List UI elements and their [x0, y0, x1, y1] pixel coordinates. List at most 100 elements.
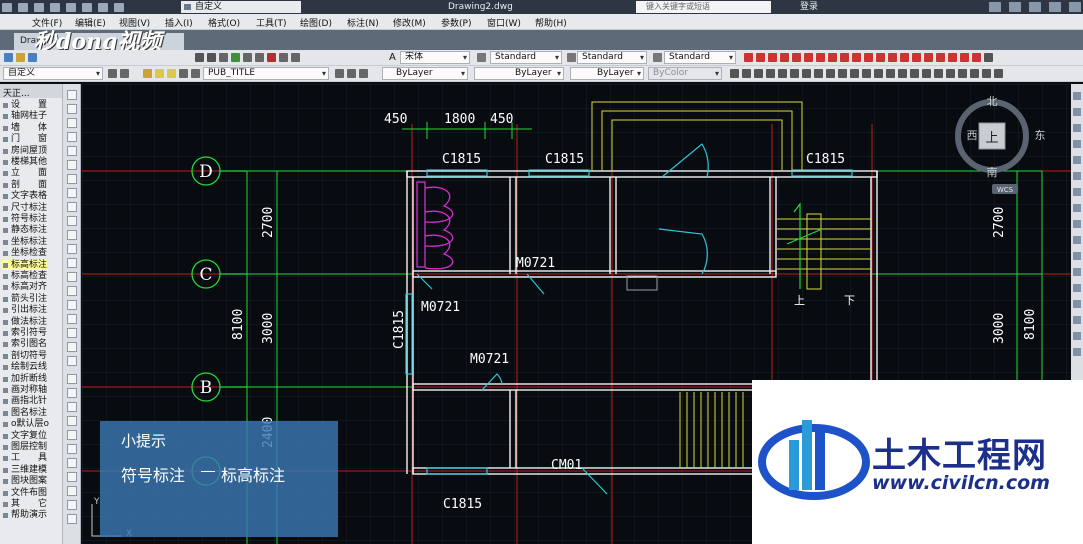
panel-menu-item[interactable]: 加折断线 [2, 374, 47, 384]
add-selected-icon[interactable] [67, 356, 77, 366]
stretch-icon[interactable] [67, 486, 77, 496]
panel-menu-item[interactable]: 箭头引注 [2, 294, 47, 304]
extend-icon[interactable] [67, 514, 77, 524]
panel-menu-item[interactable]: 其 它 [2, 499, 47, 509]
menu-view[interactable]: 视图(V) [119, 16, 150, 29]
grid-icon[interactable] [742, 69, 751, 78]
panel-menu-item[interactable]: 做法标注 [2, 317, 47, 327]
menu-tools[interactable]: 工具(T) [256, 16, 287, 29]
dim-baseline-icon[interactable] [852, 53, 861, 62]
copy-icon[interactable] [67, 388, 77, 398]
ucs-face-icon[interactable] [922, 69, 931, 78]
panel-menu-item[interactable]: 标高对齐 [2, 282, 47, 292]
login-button[interactable]: 登录 [800, 0, 818, 14]
layer-on-icon[interactable] [155, 69, 164, 78]
dim-update-icon[interactable] [972, 53, 981, 62]
am-icon[interactable] [874, 69, 883, 78]
ucs-3point-icon[interactable] [982, 69, 991, 78]
panel-menu-item[interactable]: 剖 面 [2, 180, 47, 190]
zoom-icon[interactable] [207, 53, 216, 62]
design-center-icon[interactable] [243, 53, 252, 62]
light-icon[interactable] [1073, 172, 1081, 180]
panel-menu-item[interactable]: 三维建模 [2, 465, 47, 475]
panel-menu-item[interactable]: 图层控制 [2, 442, 47, 452]
menu-file[interactable]: 文件(F) [32, 16, 62, 29]
close-icon[interactable] [1069, 2, 1081, 12]
ucs-object-icon[interactable] [934, 69, 943, 78]
panel-menu-item[interactable]: 帮助演示 [2, 510, 47, 520]
panel-menu-item[interactable]: 图名标注 [2, 408, 47, 418]
menu-insert[interactable]: 插入(I) [165, 16, 193, 29]
move-icon[interactable] [67, 444, 77, 454]
save-as-icon[interactable] [66, 2, 76, 12]
snap-icon[interactable] [730, 69, 739, 78]
jogged-linear-icon[interactable] [936, 53, 945, 62]
make-current-icon[interactable] [335, 69, 344, 78]
scale-icon[interactable] [67, 472, 77, 482]
help-search-input[interactable]: 键入关键字或短语 [636, 1, 771, 13]
layer-tool-icon[interactable] [1073, 92, 1081, 100]
open-file-icon[interactable] [34, 2, 44, 12]
pan-icon[interactable] [195, 53, 204, 62]
menu-window[interactable]: 窗口(W) [487, 16, 521, 29]
ducs-icon[interactable] [802, 69, 811, 78]
dim-text-edit-icon[interactable] [960, 53, 969, 62]
tool-palette-icon[interactable] [255, 53, 264, 62]
dim-diameter-icon[interactable] [816, 53, 825, 62]
panel-menu-item[interactable]: 房间屋顶 [2, 146, 47, 156]
lwt-icon[interactable] [826, 69, 835, 78]
panel-menu-item[interactable]: 图块图案 [2, 476, 47, 486]
dim-style-manager-icon[interactable] [984, 53, 993, 62]
panel-menu-item[interactable]: 门 窗 [2, 134, 47, 144]
dim-quick-icon[interactable] [840, 53, 849, 62]
rotate-icon[interactable] [67, 458, 77, 468]
calculator-icon[interactable] [267, 53, 276, 62]
panel-menu-item[interactable]: 索引图名 [2, 339, 47, 349]
font-dropdown[interactable]: 宋体 [400, 51, 470, 64]
area-icon[interactable] [1073, 300, 1081, 308]
panel-menu-item[interactable]: 剖切符号 [2, 351, 47, 361]
make-block-icon[interactable] [67, 258, 77, 268]
panel-menu-item[interactable]: 文字复位 [2, 431, 47, 441]
panel-menu-item[interactable]: 设 置 [2, 100, 47, 110]
dim-arc-icon[interactable] [768, 53, 777, 62]
save-icon[interactable] [28, 53, 37, 62]
render-icon[interactable] [1073, 156, 1081, 164]
viewcube-wcs[interactable]: WCS [997, 186, 1014, 194]
panel-menu-item[interactable]: 索引符号 [2, 328, 47, 338]
menu-draw[interactable]: 绘图(D) [300, 16, 332, 29]
ellipse-icon[interactable] [67, 216, 77, 226]
ortho-icon[interactable] [754, 69, 763, 78]
markup-icon[interactable] [279, 53, 288, 62]
ucs-origin-icon[interactable] [958, 69, 967, 78]
zoom-window-icon[interactable] [219, 53, 228, 62]
panel-menu-item[interactable]: 标高检查 [2, 271, 47, 281]
exchange-icon[interactable] [989, 2, 1001, 12]
layer-lock-icon[interactable] [179, 69, 188, 78]
trim-icon[interactable] [67, 500, 77, 510]
viewcube-west[interactable]: 西 [967, 129, 978, 142]
print-icon[interactable] [82, 2, 92, 12]
open-icon[interactable] [16, 53, 25, 62]
panel-menu-item[interactable]: 工 具 [2, 453, 47, 463]
viewcube-top[interactable]: 上 [985, 131, 998, 146]
dim-linear-icon[interactable] [744, 53, 753, 62]
panel-menu-item[interactable]: 尺寸标注 [2, 203, 47, 213]
panel-menu-item[interactable]: 墙 体 [2, 123, 47, 133]
rectangle-icon[interactable] [67, 146, 77, 156]
dim-style-dropdown[interactable]: Standard [577, 51, 647, 64]
insert-block-icon[interactable] [67, 244, 77, 254]
id-point-icon[interactable] [1073, 332, 1081, 340]
lineweight-dropdown[interactable]: ByLayer [570, 67, 644, 80]
hatch-icon[interactable] [67, 286, 77, 296]
panel-menu-item[interactable]: 静态标注 [2, 225, 47, 235]
walk-icon[interactable] [1073, 220, 1081, 228]
osnap-icon[interactable] [778, 69, 787, 78]
qp-icon[interactable] [850, 69, 859, 78]
inspection-icon[interactable] [924, 53, 933, 62]
panel-menu-item[interactable]: 画对称轴 [2, 385, 47, 395]
panel-menu-item[interactable]: 绘制云线 [2, 362, 47, 372]
circle-icon[interactable] [67, 174, 77, 184]
ucs-zaxis-icon[interactable] [970, 69, 979, 78]
center-mark-icon[interactable] [912, 53, 921, 62]
